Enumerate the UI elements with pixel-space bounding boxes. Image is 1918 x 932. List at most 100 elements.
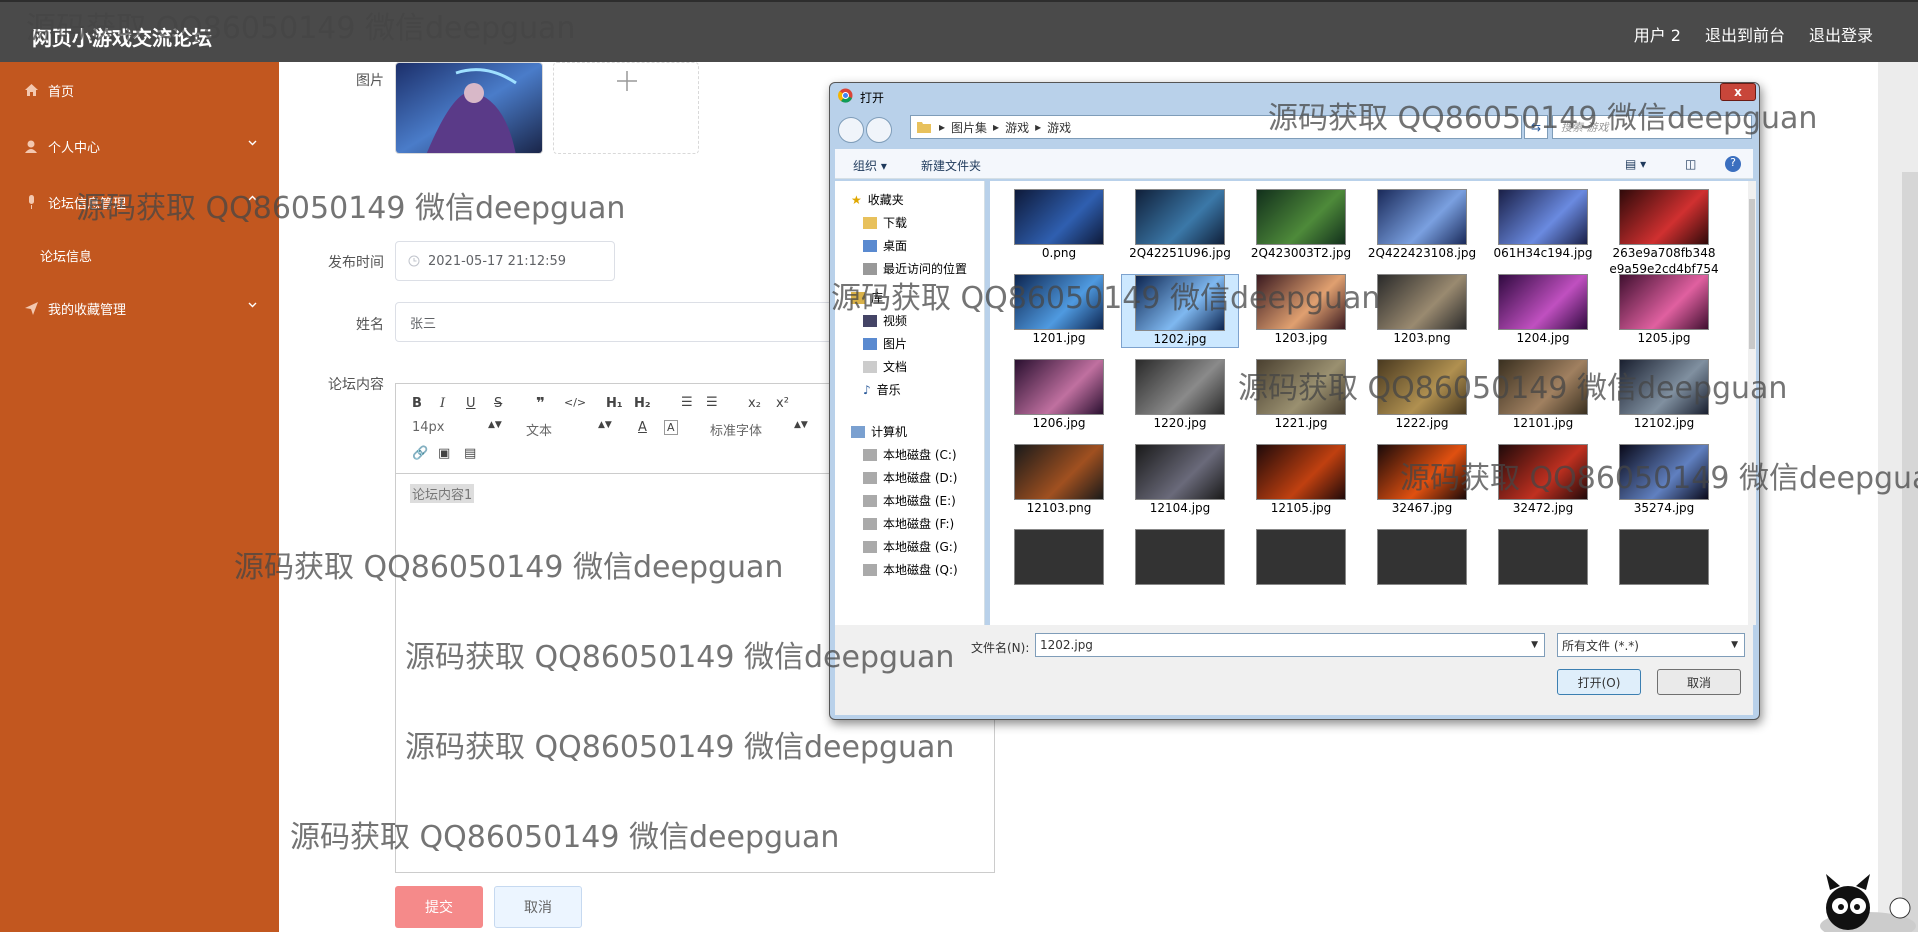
text-style-select[interactable]: 文本 — [526, 420, 552, 439]
sidebar-item-favorites[interactable]: 我的收藏管理 — [0, 292, 279, 324]
file-item[interactable]: 1220.jpg — [1121, 359, 1239, 431]
file-item[interactable]: 2Q423003T2.jpg — [1242, 189, 1360, 261]
font-color-icon[interactable]: A — [638, 420, 647, 435]
organize-menu[interactable]: 组织 ▾ — [853, 157, 887, 174]
tree-drive-e[interactable]: 本地磁盘 (E:) — [863, 492, 956, 509]
font-family-select[interactable]: 标准字体 — [710, 420, 762, 439]
submit-button[interactable]: 提交 — [395, 886, 483, 928]
tree-drive-c[interactable]: 本地磁盘 (C:) — [863, 446, 957, 463]
address-bar[interactable]: ▸ 图片集 ▸ 游戏 ▸ 游戏 — [910, 115, 1522, 139]
file-item[interactable]: 12101.jpg — [1484, 359, 1602, 431]
font-size-select[interactable]: 14px — [412, 420, 445, 435]
add-image-button[interactable] — [553, 62, 699, 154]
tree-drive-q[interactable]: 本地磁盘 (Q:) — [863, 561, 958, 578]
tree-drive-d[interactable]: 本地磁盘 (D:) — [863, 469, 957, 486]
back-to-front-link[interactable]: 退出到前台 — [1705, 22, 1785, 46]
page-scrollbar[interactable] — [1878, 62, 1918, 932]
tree-library[interactable]: 库 — [851, 289, 883, 306]
file-item[interactable]: 1203.jpg — [1242, 274, 1360, 346]
file-type-select[interactable]: 所有文件 (*.*) ▼ — [1557, 633, 1745, 657]
tree-download[interactable]: 下载 — [863, 214, 907, 231]
sidebar-item-personal[interactable]: 个人中心 — [0, 130, 279, 162]
file-item[interactable]: 32472.jpg — [1484, 444, 1602, 516]
h1-icon[interactable]: H₁ — [606, 396, 623, 411]
file-item[interactable]: 12104.jpg — [1121, 444, 1239, 516]
underline-icon[interactable]: U — [466, 396, 476, 411]
back-button[interactable] — [838, 117, 864, 143]
file-item[interactable]: 1206.jpg — [1000, 359, 1118, 431]
top-bar: 网页小游戏交流论坛 用户 2 退出到前台 退出登录 — [0, 0, 1918, 62]
breadcrumb-item[interactable]: 游戏 — [1047, 119, 1071, 136]
bold-icon[interactable]: B — [412, 396, 422, 411]
file-item[interactable]: 2Q422423108.jpg — [1363, 189, 1481, 261]
bullet-list-icon[interactable]: ☰ — [706, 395, 718, 410]
publish-time-input[interactable]: 2021-05-17 21:12:59 — [395, 241, 615, 281]
file-item[interactable]: 2Q42251U96.jpg — [1121, 189, 1239, 261]
strike-icon[interactable]: S — [494, 396, 502, 411]
file-item[interactable]: 1202.jpg — [1121, 274, 1239, 348]
dialog-close-button[interactable]: x — [1720, 83, 1756, 101]
ordered-list-icon[interactable]: ☰ — [681, 395, 693, 410]
view-icon[interactable]: ▤ ▾ — [1625, 157, 1646, 171]
help-icon[interactable]: ? — [1725, 156, 1741, 172]
file-item[interactable]: 32467.jpg — [1363, 444, 1481, 516]
file-item[interactable]: 1203.png — [1363, 274, 1481, 346]
sidebar-item-home[interactable]: 首页 — [0, 74, 279, 106]
search-input[interactable]: 搜索 游戏 — [1552, 115, 1752, 139]
file-item[interactable]: 1205.jpg — [1605, 274, 1723, 346]
tree-drive-f[interactable]: 本地磁盘 (F:) — [863, 515, 954, 532]
tree-favorites[interactable]: ★ 收藏夹 — [851, 191, 904, 208]
superscript-icon[interactable]: x² — [776, 396, 789, 411]
subscript-icon[interactable]: x₂ — [748, 396, 761, 411]
editor-content[interactable]: 论坛内容1 — [410, 484, 475, 503]
file-item[interactable]: 12105.jpg — [1242, 444, 1360, 516]
new-folder-button[interactable]: 新建文件夹 — [921, 157, 981, 174]
file-item[interactable]: 35274.jpg — [1605, 444, 1723, 516]
file-grid-scrollbar[interactable] — [1748, 181, 1756, 625]
filename-input[interactable]: 1202.jpg ▼ — [1035, 633, 1545, 657]
open-button[interactable]: 打开(O) — [1557, 669, 1641, 695]
tree-recent[interactable]: 最近访问的位置 — [863, 260, 967, 277]
logout-link[interactable]: 退出登录 — [1809, 22, 1873, 46]
dialog-command-bar: 组织 ▾ 新建文件夹 ▤ ▾ ◫ ? — [835, 149, 1753, 179]
file-item[interactable]: 1204.jpg — [1484, 274, 1602, 346]
scrollbar-thumb[interactable] — [1902, 172, 1918, 932]
video-icon[interactable]: ▤ — [464, 446, 476, 461]
file-item[interactable]: 1222.jpg — [1363, 359, 1481, 431]
video-icon — [863, 314, 877, 327]
forward-button[interactable] — [866, 117, 892, 143]
tree-computer[interactable]: 计算机 — [851, 423, 907, 440]
quote-icon[interactable]: ❞ — [536, 394, 545, 412]
h2-icon[interactable]: H₂ — [634, 396, 651, 411]
breadcrumb-item[interactable]: 游戏 — [1005, 119, 1029, 136]
scrollbar-thumb[interactable] — [1749, 199, 1755, 349]
tree-desktop[interactable]: 桌面 — [863, 237, 907, 254]
preview-pane-icon[interactable]: ◫ — [1685, 157, 1696, 171]
user-name[interactable]: 用户 2 — [1634, 22, 1681, 46]
file-item[interactable]: 061H34c194.jpg — [1484, 189, 1602, 261]
link-icon[interactable]: 🔗 — [412, 446, 428, 461]
code-icon[interactable]: </> — [564, 396, 586, 409]
refresh-icon[interactable]: ⇆ — [1524, 115, 1548, 139]
italic-icon[interactable]: I — [440, 396, 445, 411]
sidebar-item-forum-mgmt[interactable]: 论坛信息管理 — [0, 186, 279, 218]
breadcrumb-item[interactable]: 图片集 — [951, 119, 987, 136]
file-item[interactable]: 1201.jpg — [1000, 274, 1118, 346]
tree-music[interactable]: ♪ 音乐 — [863, 381, 901, 398]
image-icon[interactable]: ▣ — [438, 446, 450, 461]
tree-pictures[interactable]: 图片 — [863, 335, 907, 352]
tree-docs[interactable]: 文档 — [863, 358, 907, 375]
name-input[interactable]: 张三 — [395, 302, 835, 342]
tree-drive-g[interactable]: 本地磁盘 (G:) — [863, 538, 958, 555]
file-item[interactable]: 12102.jpg — [1605, 359, 1723, 431]
file-item[interactable]: 1221.jpg — [1242, 359, 1360, 431]
file-thumbnail — [1377, 529, 1467, 585]
dialog-cancel-button[interactable]: 取消 — [1657, 669, 1741, 695]
file-item[interactable]: 0.png — [1000, 189, 1118, 261]
sidebar-item-forum-info[interactable]: 论坛信息 — [40, 246, 92, 265]
file-item[interactable]: 12103.png — [1000, 444, 1118, 516]
tree-video[interactable]: 视频 — [863, 312, 907, 329]
bg-color-icon[interactable]: A — [664, 420, 678, 435]
uploaded-image[interactable] — [395, 62, 543, 154]
cancel-button[interactable]: 取消 — [494, 886, 582, 928]
